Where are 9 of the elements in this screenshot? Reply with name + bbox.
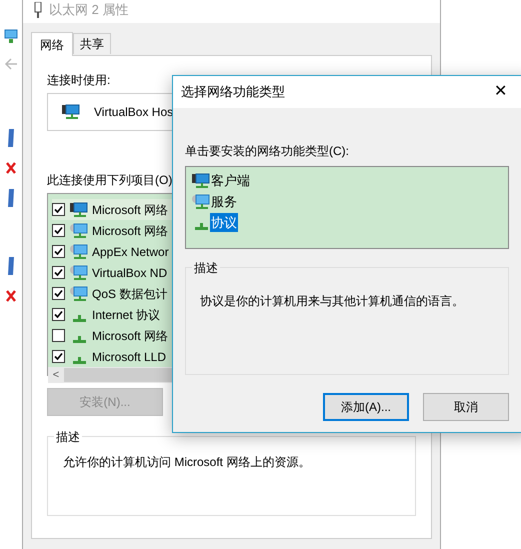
- group-title: 描述: [54, 428, 82, 446]
- prompt-label: 单击要安装的网络功能类型(C):: [185, 143, 350, 160]
- description-text: 协议是你的计算机用来与其他计算机通信的语言。: [200, 293, 465, 310]
- dialog-title: 选择网络功能类型: [181, 83, 285, 102]
- field-label: 此连接使用下列项目(O): [47, 172, 172, 189]
- description-text: 允许你的计算机访问 Microsoft 网络上的资源。: [63, 454, 312, 471]
- window-title: 以太网 2 属性: [49, 1, 128, 20]
- group-title: 描述: [192, 259, 220, 277]
- field-label: 连接时使用:: [47, 72, 112, 89]
